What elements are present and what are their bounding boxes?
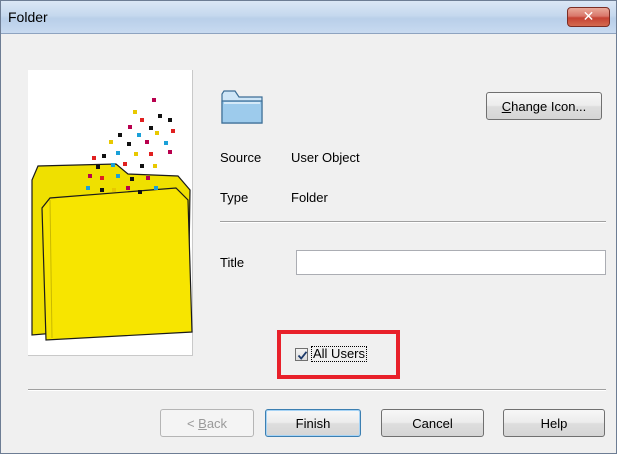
type-value: Folder (291, 190, 328, 205)
change-icon-button[interactable]: Change Icon... (486, 92, 602, 120)
title-bar[interactable]: Folder ✕ (1, 1, 616, 34)
wizard-image-panel (28, 70, 193, 356)
all-users-label: All Users (311, 346, 368, 362)
close-button[interactable]: ✕ (567, 7, 610, 27)
source-label: Source (220, 150, 262, 165)
back-label: ack (206, 415, 228, 431)
properties-divider (220, 221, 606, 223)
folder-dialog: Folder ✕ Change Icon... Source User Obje… (0, 0, 617, 454)
back-mnemonic: B (198, 415, 207, 431)
window-title: Folder (8, 9, 48, 25)
title-label: Title (220, 255, 245, 270)
check-icon (297, 350, 308, 360)
back-button[interactable]: < Back (160, 409, 254, 437)
footer-divider (28, 389, 606, 391)
finish-button[interactable]: Finish (265, 409, 361, 437)
all-users-checkbox[interactable] (295, 347, 308, 361)
title-input[interactable] (296, 250, 606, 275)
close-icon: ✕ (582, 9, 595, 25)
back-prefix: < (186, 415, 199, 431)
change-icon-label: hange Icon... (511, 98, 587, 114)
change-icon-mnemonic: C (501, 98, 512, 114)
folder-pixels-illustration (31, 98, 193, 341)
source-value: User Object (291, 150, 360, 165)
help-button[interactable]: Help (503, 409, 605, 437)
folder-icon (221, 90, 263, 124)
type-label: Type (220, 190, 249, 205)
change-icon-button-wrap: Change Icon... (486, 92, 602, 120)
all-users-checkbox-row[interactable]: All Users (295, 345, 368, 363)
cancel-button[interactable]: Cancel (381, 409, 484, 437)
